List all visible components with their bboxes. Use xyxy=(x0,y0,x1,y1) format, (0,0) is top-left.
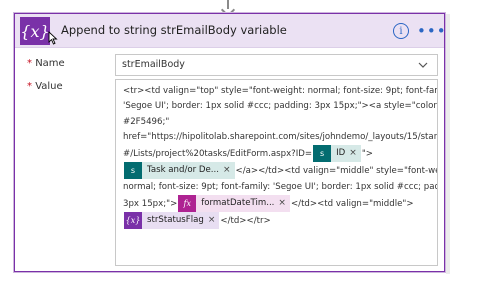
dynamic-content-token-id[interactable]: s ID × xyxy=(313,145,361,163)
value-field-label: * Value xyxy=(27,81,63,92)
value-text-fragment: </td></tr> xyxy=(220,216,271,227)
expression-token-formatdatetime[interactable]: fx formatDateTim... × xyxy=(178,195,290,213)
variable-icon: {x} xyxy=(20,17,50,45)
remove-token-icon[interactable]: × xyxy=(278,196,290,211)
remove-token-icon[interactable]: × xyxy=(349,146,361,161)
value-text-fragment: 3px 15px;"> xyxy=(123,199,178,210)
name-field-label: * Name xyxy=(27,58,65,69)
value-text-fragment: </a></td><td valign="middle" style="font… xyxy=(235,166,438,177)
action-title[interactable]: Append to string strEmailBody variable xyxy=(61,23,287,37)
flow-connector-arrow xyxy=(220,0,236,18)
name-dropdown[interactable]: strEmailBody xyxy=(115,54,438,76)
value-text-line: #2F5496;" xyxy=(123,116,170,127)
value-text-fragment: </td><td valign="middle"> xyxy=(290,199,414,210)
info-icon[interactable]: i xyxy=(393,23,409,39)
value-input[interactable]: <tr><td valign="top" style="font-weight:… xyxy=(115,79,438,266)
value-text-fragment: "> xyxy=(361,149,373,160)
expression-icon: fx xyxy=(178,195,197,213)
variable-icon: {x} xyxy=(124,212,142,230)
value-text-line: normal; font-size: 9pt; font-family: 'Se… xyxy=(123,181,438,192)
token-label: strStatusFlag xyxy=(147,215,204,226)
required-marker: * xyxy=(27,81,32,92)
variable-token-strstatusflag[interactable]: {x} strStatusFlag × xyxy=(124,212,220,230)
value-text-line: <tr><td valign="top" style="font-weight:… xyxy=(123,86,438,96)
remove-token-icon[interactable]: × xyxy=(208,213,220,228)
remove-token-icon[interactable]: × xyxy=(223,163,235,178)
name-label-text: Name xyxy=(35,58,65,69)
required-marker: * xyxy=(27,58,32,69)
card-shadow xyxy=(446,14,450,274)
value-text-line: #/Lists/project%20tasks/EditForm.aspx?ID… xyxy=(123,149,313,160)
append-to-string-action-card: {x} Append to string strEmailBody variab… xyxy=(14,13,447,272)
token-label: ID xyxy=(336,148,346,159)
more-options-icon[interactable]: ••• xyxy=(417,22,447,40)
dynamic-content-token-task[interactable]: s Task and/or De... × xyxy=(124,162,235,180)
value-text-line: href="https://hipolitolab.sharepoint.com… xyxy=(123,131,438,142)
token-label: Task and/or De... xyxy=(147,165,219,176)
value-text-line: 'Segoe UI'; border: 1px solid #ccc; padd… xyxy=(123,101,438,112)
sharepoint-icon: s xyxy=(313,145,332,163)
token-label: formatDateTim... xyxy=(201,197,275,208)
chevron-down-icon xyxy=(418,62,428,68)
name-dropdown-value: strEmailBody xyxy=(122,59,185,70)
action-header[interactable]: {x} Append to string strEmailBody variab… xyxy=(15,14,447,48)
value-label-text: Value xyxy=(35,81,63,92)
mouse-pointer-icon xyxy=(48,31,58,45)
sharepoint-icon: s xyxy=(124,162,142,180)
